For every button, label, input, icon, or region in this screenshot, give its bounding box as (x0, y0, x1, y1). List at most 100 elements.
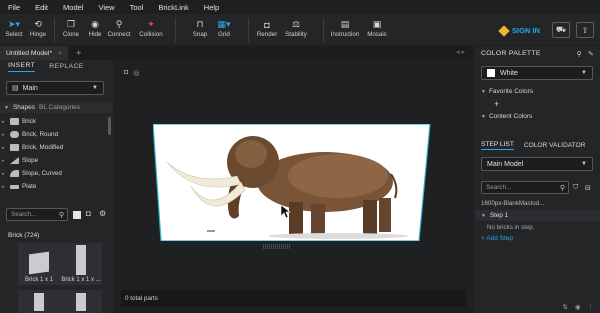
insert-panel: INSERT REPLACE ▤ Main ▼ ▼ Shapes BL Cate… (0, 60, 113, 313)
instruction-icon: ▤ (340, 19, 350, 29)
mosaic-tool[interactable]: ▣ Mosaic (362, 18, 392, 38)
brick-1x1-icon (29, 251, 49, 275)
cart-button[interactable]: ⛟ (552, 22, 570, 38)
tab-step-list[interactable]: STEP LIST (481, 141, 514, 150)
upload-button[interactable]: ⇪ (576, 22, 594, 38)
brick-search-input[interactable]: Search... ⚲ (6, 208, 68, 221)
brick-stack-icon: ▤ (12, 85, 19, 92)
toolbar-divider (54, 18, 55, 42)
color-filter-icon[interactable] (73, 211, 81, 219)
add-step-button[interactable]: + Add Step (481, 235, 513, 242)
brick-tall-icon (76, 245, 86, 275)
instruction-tool[interactable]: ▤ Instruction (328, 18, 362, 38)
more-options-icon[interactable]: ⋮ (588, 303, 595, 311)
palette-select[interactable]: ▤ Main ▼ (6, 81, 104, 95)
chevron-down-icon: ▼ (481, 88, 486, 95)
favorite-colors-section[interactable]: ▼ Favorite Colors (481, 88, 533, 95)
add-favorite-color-button[interactable]: + (494, 99, 499, 109)
connect-icon: ⚲ (115, 19, 123, 29)
menu-tool[interactable]: Tool (130, 3, 144, 12)
step-item[interactable]: ▼ Step 1 (475, 210, 600, 221)
category-scrollbar[interactable] (108, 117, 111, 135)
model-select[interactable]: Main Model ▼ (481, 157, 593, 171)
grid-tool[interactable]: ▦▾ Grid (212, 18, 236, 38)
brick-tile-1x1-tall[interactable]: Brick 1 x 1 x ... (60, 243, 102, 285)
tab-insert[interactable]: INSERT (8, 62, 36, 72)
eye-icon[interactable]: ◉ (575, 303, 581, 311)
hinge-tool[interactable]: ⟲ Hinge (26, 18, 50, 38)
camera-icon[interactable]: ◘ (124, 69, 128, 77)
filter-icon[interactable]: ⛉ (573, 184, 578, 192)
collision-icon: ✦ (147, 19, 155, 29)
view-cube-icon[interactable]: ◎ (133, 69, 139, 77)
stability-icon: ⚖ (291, 19, 301, 29)
category-item-brick-round[interactable]: ▸ Brick, Round (0, 128, 108, 141)
resize-handle[interactable] (263, 244, 291, 249)
category-item-brick-modified[interactable]: ▸ Brick, Modified (0, 141, 108, 154)
camera-filter-icon[interactable]: ◘ (86, 209, 94, 218)
collision-tool[interactable]: ✦ Collision (131, 18, 171, 38)
sign-in-button[interactable]: SIGN IN (498, 24, 540, 37)
reference-image[interactable] (153, 124, 431, 241)
category-item-slope[interactable]: ▸ Slope (0, 154, 108, 167)
category-list: ▸ Brick ▸ Brick, Round ▸ Brick, Modified ▸ S… (0, 115, 108, 193)
search-icon[interactable]: ⚲ (560, 184, 565, 192)
category-item-slope-curved[interactable]: ▸ Slope, Curved (0, 167, 108, 180)
cart-icon: ⛟ (555, 25, 567, 34)
content-colors-section[interactable]: ▼ Content Colors (481, 113, 532, 120)
brick-tall-icon (34, 293, 44, 311)
connect-tool[interactable]: ⚲ Connect (107, 18, 131, 38)
select-tool[interactable]: ➤▾ Select (2, 18, 26, 38)
pin-icon[interactable]: ⚲ (577, 50, 582, 58)
tab-untitled-model[interactable]: Untitled Model* × (0, 46, 69, 60)
tab-bl-categories[interactable]: BL Categories (39, 104, 80, 111)
category-item-plate[interactable]: ▸ Plate (0, 180, 108, 193)
menu-help[interactable]: Help (204, 3, 219, 12)
category-item-brick[interactable]: ▸ Brick (0, 115, 108, 128)
color-palette-header: COLOR PALETTE ⚲ ✎ (481, 50, 594, 58)
camera-icon: ◘ (264, 19, 270, 30)
curved-slope-thumbnail-icon (10, 170, 19, 177)
round-brick-thumbnail-icon (10, 131, 19, 138)
brick-count-label: Brick (724) (8, 232, 40, 239)
gear-icon[interactable]: ⚙ (99, 209, 107, 218)
build-viewport[interactable]: ◘ ◎ 0 total parts (113, 60, 473, 313)
empty-step-message: No bricks in step. (487, 224, 535, 231)
model-file-name: 1600px-BlankMastod... (481, 200, 545, 207)
chevron-down-icon: ▼ (581, 161, 587, 167)
sort-icon[interactable]: ⇅ (562, 303, 567, 311)
tab-replace[interactable]: REPLACE (49, 63, 84, 70)
tab-color-validator[interactable]: COLOR VALIDATOR (524, 142, 586, 149)
hide-tool[interactable]: ◉ Hide (83, 18, 107, 38)
color-select[interactable]: White ▼ (481, 66, 593, 80)
menu-model[interactable]: Model (63, 3, 83, 12)
brick-tile-next[interactable] (18, 290, 60, 313)
menu-view[interactable]: View (98, 3, 114, 12)
menu-edit[interactable]: Edit (35, 3, 48, 12)
add-tab-button[interactable]: + (76, 48, 81, 58)
snap-icon: ⊓ (196, 19, 204, 29)
close-icon[interactable]: × (58, 50, 62, 57)
menu-bricklink[interactable]: BrickLink (158, 3, 188, 12)
stability-tool[interactable]: ⚖ Stability (281, 18, 311, 38)
step-search-input[interactable]: Search... ⚲ (481, 181, 569, 194)
brick-tile-next[interactable] (60, 290, 102, 313)
brush-icon[interactable]: ✎ (588, 50, 594, 58)
tab-scroll-arrows-icon[interactable]: ◂ ▸ (456, 48, 465, 56)
color-swatch (487, 69, 495, 77)
brick-tile-1x1[interactable]: Brick 1 x 1 (18, 243, 60, 285)
category-header: ▼ Shapes BL Categories (0, 102, 113, 113)
tab-shapes[interactable]: Shapes (13, 104, 35, 111)
document-tab-bar: Untitled Model* × + ◂ ▸ (0, 46, 473, 60)
bricklink-logo-icon (498, 24, 510, 37)
toolbar-divider (248, 18, 249, 42)
step-footer: ⇅ ◉ ⋮ (475, 300, 600, 313)
chevron-down-icon: ▼ (481, 212, 486, 219)
clone-tool[interactable]: ❐ Clone (59, 18, 83, 38)
snap-tool[interactable]: ⊓ Snap (188, 18, 212, 38)
render-tool[interactable]: ◘ Render (253, 18, 281, 39)
menu-file[interactable]: File (8, 3, 20, 12)
step-options-icon[interactable]: ⊟ (585, 184, 591, 192)
search-icon[interactable]: ⚲ (59, 211, 64, 219)
toolbar-divider (323, 18, 324, 42)
